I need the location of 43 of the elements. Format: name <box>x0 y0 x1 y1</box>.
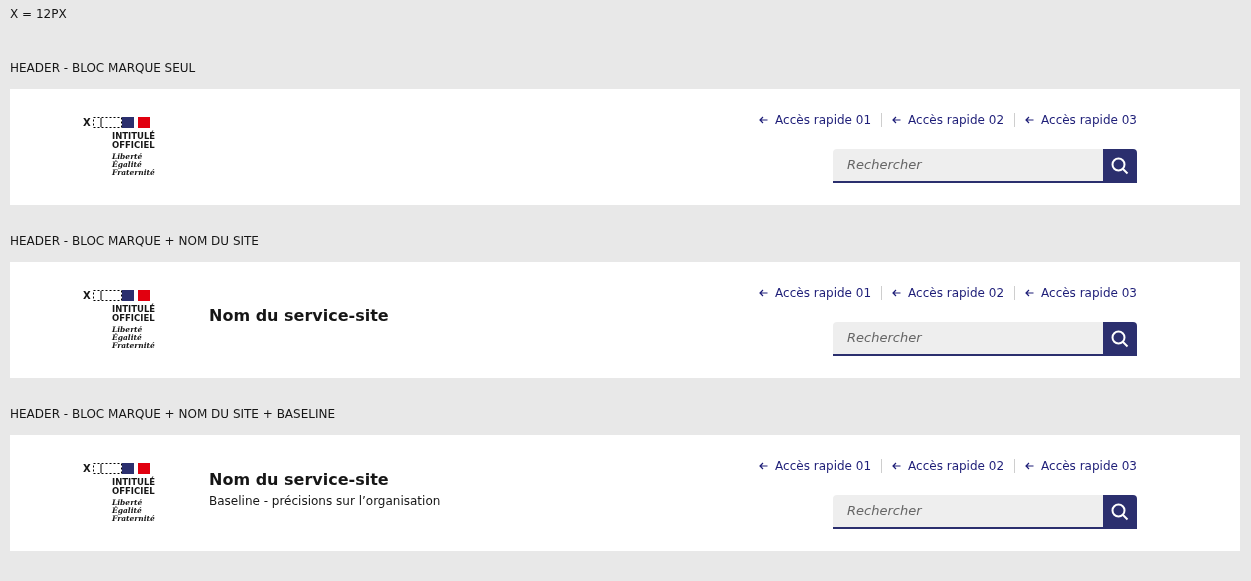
section-title: HEADER - BLOC MARQUE + NOM DU SITE <box>10 233 259 250</box>
spacing-note: X = 12PX <box>10 6 67 23</box>
search-button[interactable] <box>1103 149 1137 183</box>
arrow-left-icon <box>1025 116 1035 124</box>
official-title: INTITULÉ OFFICIEL <box>112 305 156 324</box>
quick-access-link[interactable]: Accès rapide 01 <box>759 111 872 129</box>
spacing-marker: X <box>83 117 91 128</box>
search-field[interactable]: Rechercher <box>833 149 1103 183</box>
search-icon <box>1111 503 1129 521</box>
arrow-left-icon <box>892 116 902 124</box>
quick-access-link[interactable]: Accès rapide 03 <box>1025 111 1137 129</box>
arrow-left-icon <box>759 289 769 297</box>
arrow-left-icon <box>759 116 769 124</box>
search-icon <box>1111 157 1129 175</box>
spacing-marker: X <box>83 290 91 301</box>
quick-access-link[interactable]: Accès rapide 03 <box>1025 284 1137 302</box>
section-title: HEADER - BLOC MARQUE SEUL <box>10 60 196 77</box>
arrow-left-icon <box>1025 462 1035 470</box>
quick-access-link[interactable]: Accès rapide 02 <box>892 284 1005 302</box>
arrow-left-icon <box>892 289 902 297</box>
search-icon <box>1111 330 1129 348</box>
arrow-left-icon <box>1025 289 1035 297</box>
flag-drawing <box>92 463 151 474</box>
search-button[interactable] <box>1103 322 1137 356</box>
site-baseline: Baseline - précisions sur l’organisation <box>209 493 441 511</box>
search-field[interactable]: Rechercher <box>833 322 1103 356</box>
spacing-marker: X <box>83 463 91 474</box>
search-field[interactable]: Rechercher <box>833 495 1103 529</box>
flag-drawing <box>92 290 151 301</box>
arrow-left-icon <box>892 462 902 470</box>
quick-access-link[interactable]: Accès rapide 02 <box>892 457 1005 475</box>
arrow-left-icon <box>759 462 769 470</box>
official-title: INTITULÉ OFFICIEL <box>112 132 156 151</box>
site-name: Nom du service-site <box>209 306 389 326</box>
quick-access-link[interactable]: Accès rapide 01 <box>759 284 872 302</box>
section-title: HEADER - BLOC MARQUE + NOM DU SITE + BASELINE <box>10 406 336 423</box>
official-title: INTITULÉ OFFICIEL <box>112 478 156 497</box>
flag-drawing <box>92 117 151 128</box>
site-name: Nom du service-site <box>209 470 390 490</box>
quick-access-link[interactable]: Accès rapide 03 <box>1025 457 1137 475</box>
search-button[interactable] <box>1103 495 1137 529</box>
quick-access-link[interactable]: Accès rapide 01 <box>759 457 872 475</box>
quick-access-link[interactable]: Accès rapide 02 <box>892 111 1005 129</box>
